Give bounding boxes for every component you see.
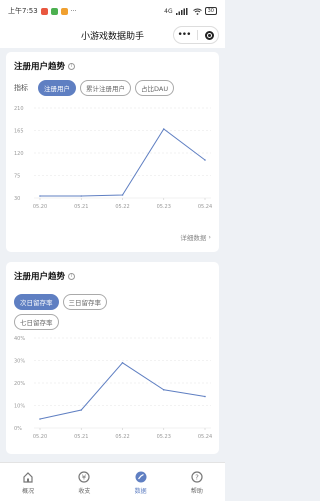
chip-next-day-retention[interactable]: 次日留存率: [14, 294, 59, 310]
x-tick-label: 05.23: [157, 204, 171, 210]
status-right: 4G 30: [164, 7, 217, 15]
chip-dau-ratio[interactable]: 占比DAU: [135, 80, 175, 96]
y-tick-label: 120: [14, 151, 24, 157]
series-line: [40, 128, 206, 197]
retention-trend-card: 注册用户趋势 i 次日留存率 三日留存率 七日留存率 40% 30% 20% 10% 0…: [6, 262, 219, 454]
x-tick-label: 05.20: [33, 434, 47, 440]
y-tick-label: 75: [14, 174, 20, 180]
chip-seven-day-retention[interactable]: 七日留存率: [14, 314, 59, 330]
close-target-icon[interactable]: [205, 30, 215, 40]
tab-label: 收支: [78, 487, 91, 495]
tab-label: 概况: [22, 487, 35, 495]
registration-line-chart: 210 165 120 75 30 05.20 05.21 05.22 05.23 05.24: [14, 106, 212, 210]
tab-revenue[interactable]: ¥ 收支: [64, 470, 104, 495]
help-icon: ?: [190, 470, 204, 484]
tab-data[interactable]: 数据: [121, 470, 161, 495]
network-label: 4G: [164, 7, 173, 15]
registration-trend-card: 注册用户趋势 i 指标 注册用户 累计注册用户 占比DAU 210 165 120 7…: [6, 52, 219, 252]
data-point: [121, 362, 124, 364]
chip-three-day-retention[interactable]: 三日留存率: [62, 294, 107, 310]
x-tick-label: 05.24: [198, 204, 212, 210]
data-icon: [134, 470, 148, 484]
x-tick-label: 05.21: [74, 204, 88, 210]
app-title: 小游戏数据助手: [80, 31, 144, 42]
info-icon[interactable]: i: [68, 62, 76, 70]
x-tick-label: 05.20: [33, 204, 47, 210]
x-tick-label: 05.22: [115, 434, 129, 440]
info-icon[interactable]: i: [68, 272, 76, 280]
card-title: 注册用户趋势 i: [14, 270, 76, 282]
y-tick-label: 30%: [14, 359, 25, 365]
card-title: 注册用户趋势 i: [14, 60, 76, 72]
data-point: [204, 395, 206, 398]
data-point: [121, 194, 124, 196]
status-bar: 上午7:53 ··· 4G 30: [0, 0, 225, 22]
y-tick-label: 10%: [14, 404, 25, 410]
y-tick-label: 0%: [14, 426, 22, 432]
svg-text:?: ?: [195, 473, 199, 481]
status-time: 上午7:53: [8, 7, 38, 15]
tab-label: 数据: [134, 487, 147, 495]
svg-text:¥: ¥: [82, 473, 87, 481]
y-tick-label: 20%: [14, 381, 25, 387]
data-point: [204, 159, 206, 161]
signal-icon: [175, 7, 188, 15]
tab-help[interactable]: ? 帮助: [177, 470, 217, 495]
tab-overview[interactable]: 概况: [8, 470, 48, 495]
battery-icon: 30: [204, 7, 217, 15]
card-title-text: 注册用户趋势: [14, 272, 66, 282]
notification-icon: [50, 7, 58, 15]
capsule-divider: [197, 30, 199, 40]
x-tick-label: 05.23: [157, 434, 171, 440]
metric-selector: 次日留存率 三日留存率 七日留存率: [14, 294, 154, 330]
chip-cumulative-users[interactable]: 累计注册用户: [80, 80, 131, 96]
x-tick-label: 05.21: [74, 434, 88, 440]
notification-icon: [40, 7, 48, 15]
mini-program-capsule: •••: [173, 26, 219, 44]
data-point: [162, 389, 165, 391]
data-point: [39, 195, 41, 197]
y-tick-label: 30: [14, 196, 20, 202]
yen-icon: ¥: [77, 470, 91, 484]
y-tick-label: 210: [14, 106, 24, 112]
detail-data-link[interactable]: 详细数据 ›: [180, 232, 211, 242]
x-tick-label: 05.22: [115, 204, 129, 210]
chip-registered-users[interactable]: 注册用户: [38, 80, 76, 96]
card-title-text: 注册用户趋势: [14, 62, 66, 72]
series-line: [39, 362, 206, 420]
chevron-right-icon: ›: [208, 233, 211, 241]
tab-label: 帮助: [190, 487, 203, 495]
y-tick-label: 40%: [14, 336, 25, 342]
home-icon: [21, 470, 35, 484]
data-point: [80, 409, 83, 411]
metric-selector: 指标 注册用户 累计注册用户 占比DAU: [14, 80, 175, 96]
bottom-tab-bar: 概况 ¥ 收支 数据 ? 帮助: [0, 462, 225, 501]
retention-line-chart: 40% 30% 20% 10% 0% 05.20 05.21 05.22 05.23 05.24: [14, 336, 212, 440]
title-bar: 小游戏数据助手 •••: [0, 22, 225, 48]
detail-data-label: 详细数据: [180, 234, 207, 242]
status-left: 上午7:53 ···: [8, 6, 76, 16]
data-point: [162, 128, 165, 130]
data-point: [39, 418, 41, 420]
wifi-icon: [192, 8, 202, 15]
notification-icon: [60, 7, 68, 15]
metric-label: 指标: [14, 84, 28, 92]
more-menu-icon[interactable]: •••: [178, 30, 192, 40]
y-tick-label: 165: [14, 129, 24, 135]
more-dots-icon: ···: [70, 7, 77, 15]
x-tick-label: 05.24: [198, 434, 212, 440]
data-point: [80, 195, 83, 197]
